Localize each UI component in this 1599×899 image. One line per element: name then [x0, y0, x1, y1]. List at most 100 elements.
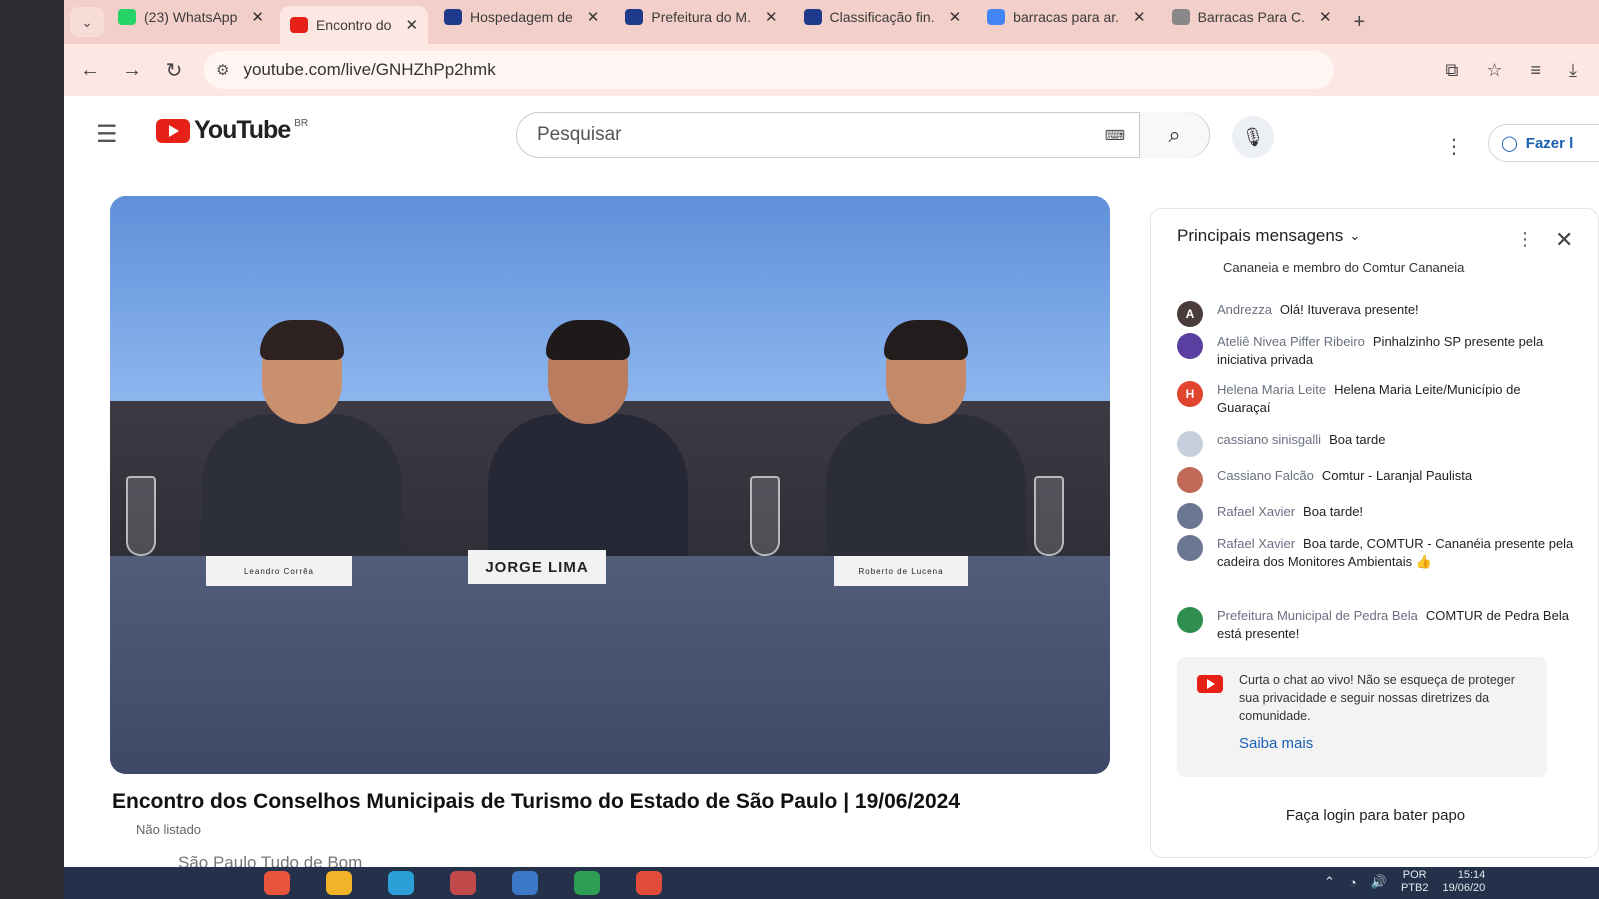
- close-tab-icon[interactable]: ✕: [587, 8, 600, 26]
- live-chat-panel: Principais mensagens ⌄ ⋮ ✕ Cananeia e me…: [1150, 208, 1599, 858]
- chat-notice: Curta o chat ao vivo! Não se esqueça de …: [1177, 657, 1547, 777]
- taskbar-app-icon[interactable]: [512, 871, 538, 895]
- avatar[interactable]: A: [1177, 301, 1203, 327]
- close-tab-icon[interactable]: ✕: [765, 8, 778, 26]
- chat-message-body: Andrezza Olá! Ituverava presente!: [1217, 301, 1419, 327]
- chat-message-body: Rafael Xavier Boa tarde!: [1217, 503, 1363, 529]
- taskbar-app-icon[interactable]: [388, 871, 414, 895]
- taskbar-apps: [264, 871, 662, 895]
- chat-message: Rafael Xavier Boa tarde!: [1177, 503, 1577, 529]
- voice-search-button[interactable]: 🎙: [1232, 116, 1274, 158]
- chat-text: Olá! Ituverava presente!: [1279, 302, 1419, 317]
- avatar[interactable]: [1177, 467, 1203, 493]
- country-code: BR: [294, 118, 309, 129]
- keyboard-icon[interactable]: ⌨: [1105, 127, 1139, 144]
- clock-date: 19/06/20: [1442, 882, 1486, 894]
- youtube-logo[interactable]: YouTube BR: [156, 116, 308, 145]
- browser-window: ⌄ (23) WhatsApp ✕ Encontro do ✕ Hospedagem d…: [64, 0, 1599, 899]
- chat-options-icon[interactable]: ⋮: [1516, 229, 1534, 250]
- volume-icon[interactable]: 🔊: [1371, 874, 1387, 890]
- chat-author[interactable]: Andrezza: [1217, 302, 1272, 317]
- avatar[interactable]: [1177, 431, 1203, 457]
- tab-title: Classificação fin.: [829, 9, 935, 25]
- panelist-right: [826, 320, 1026, 584]
- chat-message-partial: Cananeia e membro do Comtur Cananeia: [1223, 260, 1465, 275]
- chat-message-body: Cassiano Falcão Comtur - Laranjal Paulist…: [1217, 467, 1472, 493]
- search-icon: ⌕: [1168, 122, 1181, 147]
- close-icon[interactable]: ✕: [1555, 227, 1573, 253]
- browser-tab[interactable]: (23) WhatsApp ✕: [108, 0, 274, 34]
- chevron-down-icon: ⌄: [1349, 228, 1361, 243]
- tab-favicon-icon: [444, 9, 463, 25]
- browser-tab[interactable]: barracas para ar. ✕: [977, 0, 1155, 34]
- download-icon[interactable]: ⤓: [1569, 60, 1577, 81]
- avatar[interactable]: [1177, 503, 1203, 529]
- browser-tab[interactable]: Encontro do ✕: [279, 6, 429, 44]
- clock[interactable]: 15:14 19/06/20: [1442, 869, 1485, 895]
- taskbar-app-icon[interactable]: [574, 871, 600, 895]
- close-tab-icon[interactable]: ✕: [405, 16, 418, 34]
- tab-title: Prefeitura do M.: [651, 9, 751, 25]
- avatar[interactable]: [1177, 607, 1203, 633]
- url-text: youtube.com/live/GNHZhPp2hmk: [243, 60, 496, 79]
- taskbar-app-icon[interactable]: [450, 871, 476, 895]
- chat-author[interactable]: Helena Maria Leite: [1217, 382, 1326, 397]
- tab-strip: ⌄ (23) WhatsApp ✕ Encontro do ✕ Hospedagem d…: [64, 0, 1599, 44]
- panel-table: [110, 556, 1110, 774]
- chat-author[interactable]: Rafael Xavier: [1217, 504, 1295, 519]
- address-bar[interactable]: ⚙ youtube.com/live/GNHZhPp2hmk: [204, 51, 1334, 89]
- settings-menu-icon[interactable]: ⋮: [1444, 134, 1464, 159]
- chat-author[interactable]: Rafael Xavier: [1217, 536, 1295, 551]
- close-tab-icon[interactable]: ✕: [1319, 8, 1332, 26]
- chat-message: Rafael Xavier Boa tarde, COMTUR - Cananéi…: [1177, 535, 1577, 571]
- login-to-chat[interactable]: Faça login para bater papo: [1151, 807, 1599, 824]
- install-app-icon[interactable]: ⧉: [1446, 60, 1459, 81]
- close-tab-icon[interactable]: ✕: [251, 8, 264, 26]
- bookmark-star-icon[interactable]: ☆: [1486, 60, 1502, 81]
- chat-author[interactable]: Prefeitura Municipal de Pedra Bela: [1217, 608, 1418, 623]
- chat-mode-label: Principais mensagens: [1177, 226, 1344, 245]
- chat-author[interactable]: Cassiano Falcão: [1217, 468, 1314, 483]
- chat-notice-text: Curta o chat ao vivo! Não se esqueça de …: [1239, 673, 1515, 723]
- tab-search-button[interactable]: ⌄: [70, 7, 104, 37]
- browser-tab[interactable]: Prefeitura do M. ✕: [615, 0, 787, 34]
- search-input[interactable]: [517, 124, 1105, 146]
- network-icon[interactable]: ◔: [1349, 875, 1357, 890]
- chat-author[interactable]: cassiano sinisgalli: [1217, 432, 1321, 447]
- search-button[interactable]: ⌕: [1139, 112, 1209, 158]
- menu-icon[interactable]: ☰: [96, 120, 118, 149]
- youtube-header: ☰ YouTube BR ⌨ ⌕ 🎙 ⋮ ◯ Fazer l: [64, 96, 1599, 182]
- close-tab-icon[interactable]: ✕: [1133, 8, 1146, 26]
- tab-title: Encontro do: [315, 17, 392, 33]
- taskbar-app-icon[interactable]: [326, 871, 352, 895]
- browser-tab[interactable]: Barracas Para C. ✕: [1162, 0, 1342, 34]
- site-info-icon[interactable]: ⚙: [216, 61, 229, 79]
- visibility-badge: Não listado: [136, 822, 202, 837]
- tab-title: barracas para ar.: [1013, 9, 1120, 25]
- sign-in-button[interactable]: ◯ Fazer l: [1488, 124, 1599, 162]
- close-tab-icon[interactable]: ✕: [949, 8, 962, 26]
- lang-code: POR: [1402, 869, 1427, 881]
- sign-in-label: Fazer l: [1525, 134, 1574, 152]
- microphone-icon: 🎙: [1241, 126, 1265, 147]
- clock-time: 15:14: [1457, 869, 1486, 881]
- video-player[interactable]: Leandro Corrêa JORGE LIMA Roberto de Luc…: [110, 196, 1110, 774]
- browser-tab[interactable]: Hospedagem de ✕: [434, 0, 609, 34]
- panelist-left: [202, 320, 402, 584]
- reload-button[interactable]: ↻: [162, 58, 186, 83]
- forward-button[interactable]: →: [120, 59, 144, 82]
- avatar[interactable]: H: [1177, 381, 1203, 407]
- taskbar-app-icon[interactable]: [264, 871, 290, 895]
- media-controls-icon[interactable]: ≡: [1531, 60, 1542, 81]
- input-language[interactable]: POR PTB2: [1401, 869, 1429, 895]
- chat-author[interactable]: Ateliê Nivea Piffer Ribeiro: [1217, 334, 1365, 349]
- chat-text: Comtur - Laranjal Paulista: [1321, 468, 1473, 483]
- taskbar-app-icon[interactable]: [636, 871, 662, 895]
- learn-more-link[interactable]: Saiba mais: [1239, 735, 1533, 753]
- chevron-up-icon[interactable]: ⌃: [1324, 874, 1335, 890]
- avatar[interactable]: [1177, 333, 1203, 359]
- new-tab-button[interactable]: +: [1354, 11, 1366, 34]
- browser-tab[interactable]: Classificação fin. ✕: [794, 0, 972, 34]
- avatar[interactable]: [1177, 535, 1203, 561]
- back-button[interactable]: ←: [78, 59, 102, 82]
